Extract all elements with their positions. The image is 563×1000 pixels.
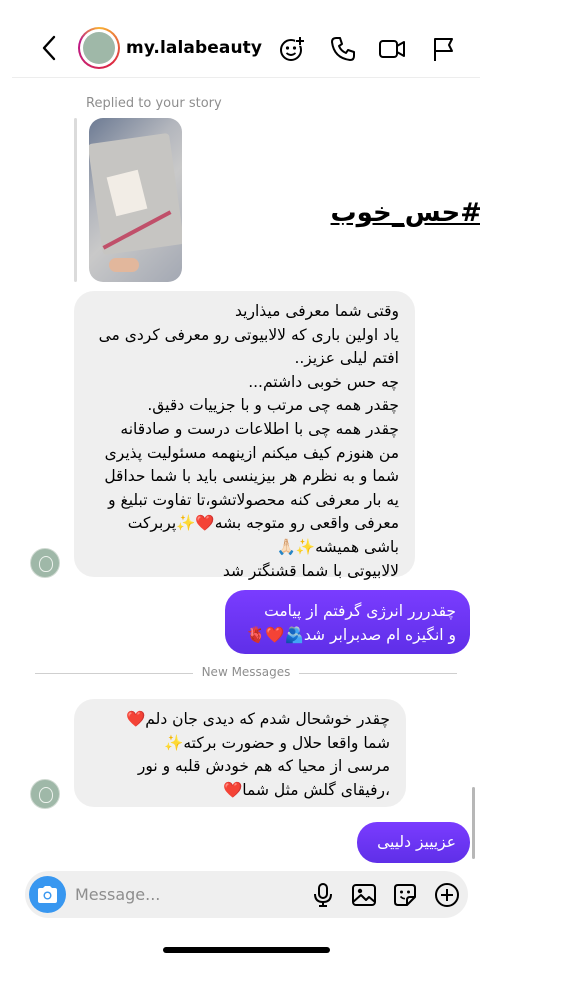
camera-icon[interactable]	[29, 876, 66, 913]
outgoing-message[interactable]: عزیییز دلییی	[357, 822, 470, 863]
username[interactable]: my.lalabeauty	[126, 38, 262, 58]
gallery-icon[interactable]	[350, 881, 378, 909]
back-icon[interactable]	[40, 34, 60, 62]
plus-icon[interactable]	[433, 881, 461, 909]
story-thumbnail[interactable]	[89, 118, 182, 282]
microphone-icon[interactable]	[309, 881, 337, 909]
reply-caption: Replied to your story	[86, 96, 222, 111]
thread-header: my.lalabeauty	[12, 0, 480, 78]
sender-avatar[interactable]	[30, 779, 60, 809]
message-input[interactable]	[75, 881, 295, 908]
home-indicator	[163, 947, 330, 953]
message-composer	[25, 871, 468, 918]
add-sticker-icon[interactable]	[278, 35, 306, 63]
sticker-icon[interactable]	[391, 881, 419, 909]
profile-avatar[interactable]	[78, 27, 120, 69]
outgoing-message[interactable]: چقدررر انرژی گرفتم از پیامت و انگیزه ام …	[225, 590, 470, 654]
flag-icon[interactable]	[430, 35, 458, 63]
video-icon[interactable]	[378, 35, 406, 63]
new-messages-divider: New Messages	[35, 664, 457, 682]
scrollbar[interactable]	[472, 787, 475, 859]
reply-indicator-bar	[74, 118, 77, 282]
divider-label: New Messages	[201, 665, 291, 679]
incoming-message[interactable]: چقدر خوشحال شدم که دیدی جان دلم❤️ شما وا…	[74, 699, 406, 807]
phone-icon[interactable]	[329, 35, 357, 63]
sender-avatar[interactable]	[30, 548, 60, 578]
dm-thread-screen: my.lalabeauty Replied to your story #حس_…	[12, 0, 480, 962]
incoming-message[interactable]: وقتی شما معرفی میذارید یاد اولین باری که…	[74, 291, 415, 580]
story-hashtag: #حس_خوب	[330, 198, 480, 228]
